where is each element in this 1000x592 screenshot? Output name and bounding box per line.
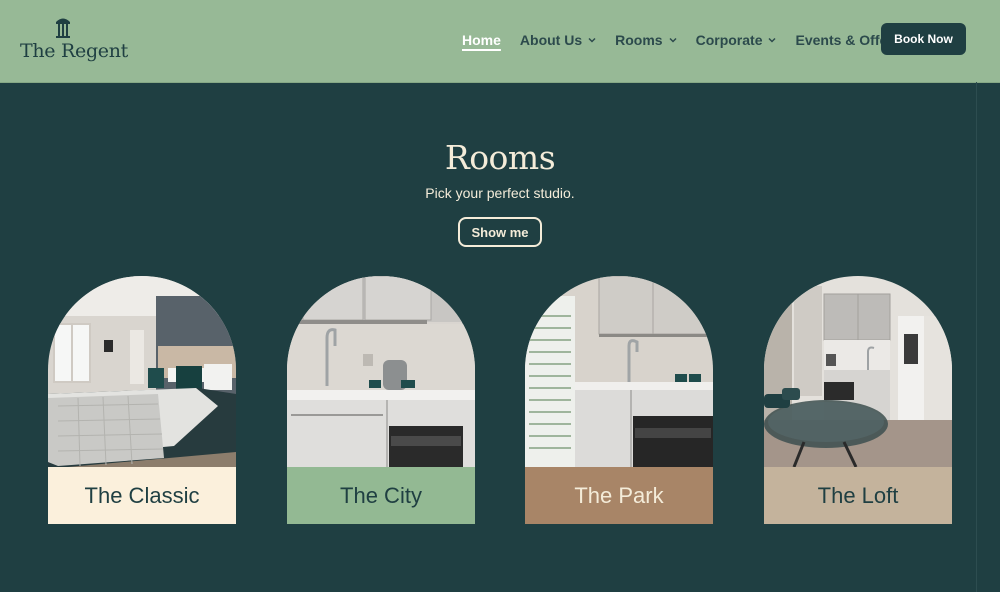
site-header: The Regent Home About Us Rooms Corporate… <box>0 0 1000 83</box>
nav-corporate-label: Corporate <box>695 32 763 48</box>
book-now-button[interactable]: Book Now <box>881 23 966 55</box>
room-card-park[interactable]: The Park <box>525 276 713 524</box>
room-card-city[interactable]: The City <box>287 276 475 524</box>
nav-about-us[interactable]: About Us <box>520 32 596 48</box>
room-name[interactable]: The Loft <box>764 467 952 524</box>
bedroom-photo[interactable] <box>48 276 236 467</box>
show-me-button[interactable]: Show me <box>458 217 542 247</box>
loft-kitchen-photo[interactable] <box>764 276 952 467</box>
room-name[interactable]: The Park <box>525 467 713 524</box>
room-name[interactable]: The Classic <box>48 467 236 524</box>
brand-name: The Regent <box>20 40 129 62</box>
room-card-loft[interactable]: The Loft <box>764 276 952 524</box>
room-name[interactable]: The City <box>287 467 475 524</box>
kitchen-window-photo[interactable] <box>525 276 713 467</box>
main-nav: Home About Us Rooms Corporate Events & O… <box>462 30 934 50</box>
chevron-down-icon <box>669 37 677 43</box>
chevron-down-icon <box>768 37 777 43</box>
section-subtitle: Pick your perfect studio. <box>425 185 575 201</box>
section-title: Rooms <box>444 138 556 177</box>
nav-home[interactable]: Home <box>462 32 501 48</box>
nav-home-label: Home <box>462 32 501 48</box>
brand-logo[interactable]: The Regent <box>18 16 128 68</box>
kitchenette-photo[interactable] <box>287 276 475 467</box>
nav-rooms[interactable]: Rooms <box>615 32 677 48</box>
chevron-down-icon <box>588 37 596 43</box>
room-card-classic[interactable]: The Classic <box>48 276 236 524</box>
nav-corporate[interactable]: Corporate <box>696 32 777 48</box>
nav-about-us-label: About Us <box>519 32 583 48</box>
nav-rooms-label: Rooms <box>615 32 663 48</box>
column-icon <box>56 18 70 38</box>
